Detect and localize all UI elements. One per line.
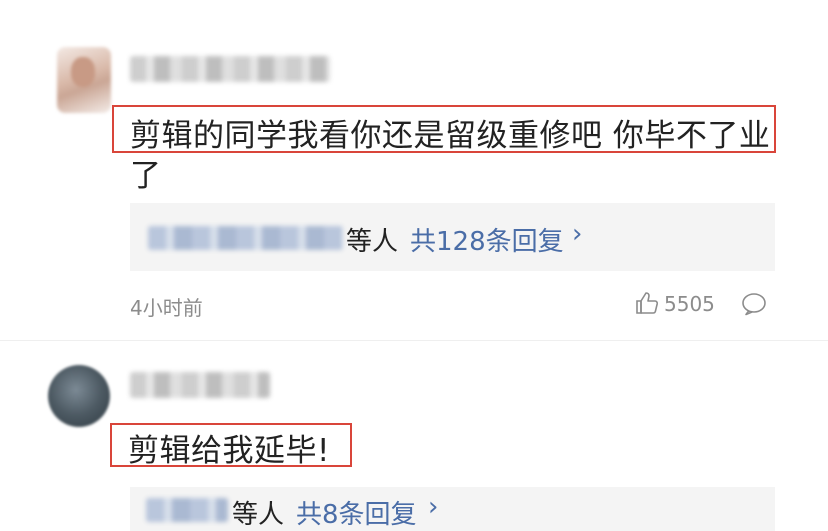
reply-count-link[interactable]: 共8条回复 — [296, 494, 417, 531]
blurred-reply-users — [146, 498, 228, 522]
timestamp: 4小时前 — [130, 296, 203, 320]
avatar[interactable] — [48, 365, 110, 427]
chevron-right-icon: › — [428, 492, 439, 522]
comment-text-continued: 了 — [130, 158, 162, 194]
comment-feed: 剪辑的同学我看你还是留级重修吧 你毕不了业 了 等人 共128条回复 › 4小时… — [0, 0, 828, 531]
reply-people-label: 等人 — [346, 227, 399, 257]
avatar[interactable] — [57, 47, 111, 113]
comment-bubble-icon[interactable] — [740, 291, 768, 317]
reply-people-label: 等人 — [232, 500, 285, 530]
divider — [0, 340, 828, 341]
comment-text: 剪辑给我延毕! — [128, 433, 330, 469]
reply-count-link[interactable]: 共128条回复 — [410, 221, 564, 258]
comment-text: 剪辑的同学我看你还是留级重修吧 你毕不了业 — [130, 118, 771, 154]
blurred-reply-users — [148, 226, 343, 250]
thumbs-up-icon[interactable] — [634, 290, 660, 316]
blurred-username[interactable] — [130, 56, 330, 82]
blurred-username[interactable] — [130, 372, 270, 398]
chevron-right-icon: › — [572, 219, 583, 249]
like-count: 5505 — [664, 292, 715, 316]
